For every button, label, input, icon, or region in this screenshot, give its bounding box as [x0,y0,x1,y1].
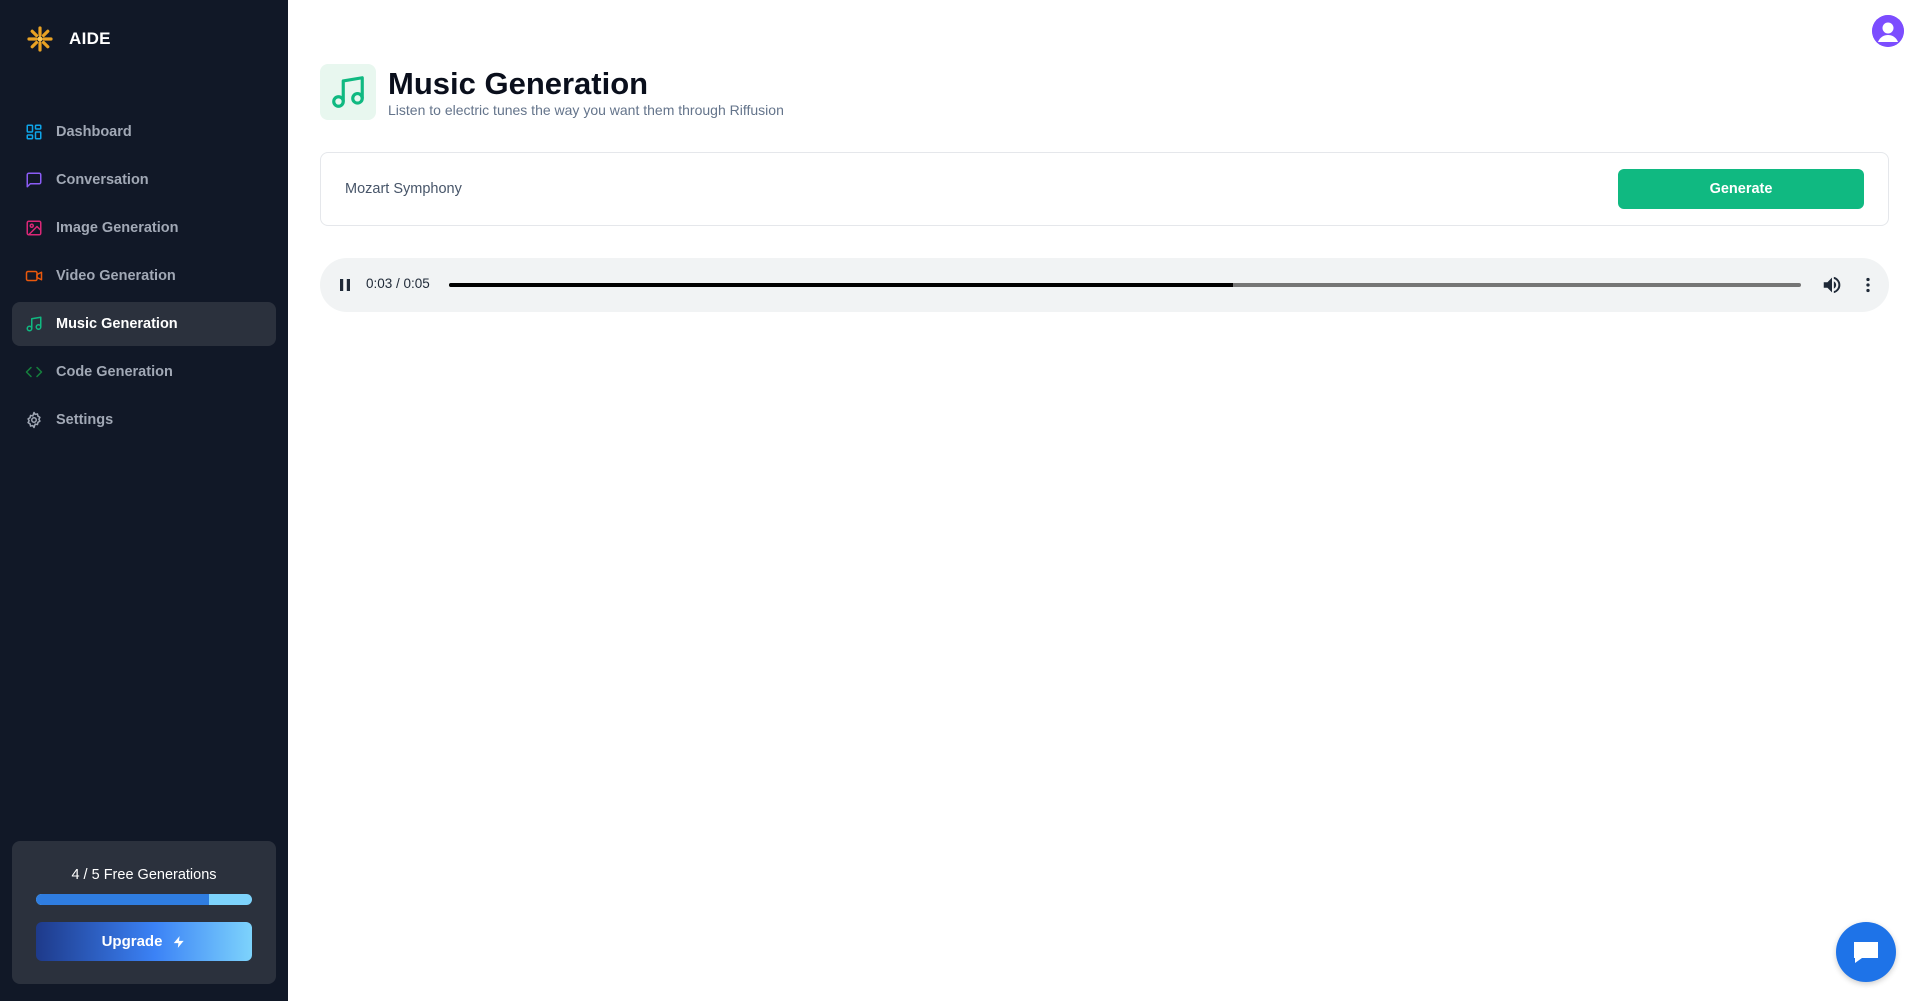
music-icon [332,76,364,108]
audio-seek-progress [449,283,1234,287]
lightning-icon [174,935,185,948]
code-icon [24,362,44,382]
upgrade-button[interactable]: Upgrade [36,922,252,961]
sidebar-item-label: Dashboard [56,124,132,140]
page-icon [320,64,376,120]
app-root: AIDE Dashboard Conversation Image Genera… [0,0,1920,1001]
chat-icon [1854,942,1878,963]
audio-player: 0:03 / 0:05 [320,258,1889,312]
image-icon [24,218,44,238]
gear-icon [24,410,44,430]
page-header-text: Music Generation Listen to electric tune… [388,65,784,118]
sidebar-item-dashboard[interactable]: Dashboard [12,110,276,154]
sidebar-nav: Dashboard Conversation Image Generation … [12,110,276,446]
brand[interactable]: AIDE [25,24,111,54]
more-options-icon[interactable] [1857,274,1879,296]
audio-seek-bar[interactable] [449,283,1801,287]
music-icon [24,314,44,334]
sidebar-item-label: Music Generation [56,316,178,332]
sidebar-item-label: Image Generation [56,220,179,236]
sidebar: AIDE Dashboard Conversation Image Genera… [0,0,288,1001]
sidebar-item-image-generation[interactable]: Image Generation [12,206,276,250]
logo-icon [27,26,53,52]
sidebar-item-label: Settings [56,412,114,428]
user-avatar[interactable] [1872,15,1904,47]
prompt-form: Generate [320,152,1889,226]
sidebar-item-label: Code Generation [56,364,173,380]
page-subtitle: Listen to electric tunes the way you wan… [388,101,784,118]
page-header: Music Generation Listen to electric tune… [320,64,784,120]
chat-support-button[interactable] [1836,922,1896,982]
sidebar-item-label: Video Generation [56,268,176,284]
audio-time: 0:03 / 0:05 [366,276,430,291]
sidebar-item-label: Conversation [56,172,149,188]
sidebar-item-music-generation[interactable]: Music Generation [12,302,276,346]
upgrade-button-label: Upgrade [101,933,163,950]
free-generations-progress-fill [36,894,209,905]
video-icon [24,266,44,286]
sidebar-item-code-generation[interactable]: Code Generation [12,350,276,394]
page-title: Music Generation [388,65,649,101]
free-generations-count: 4 / 5 Free Generations [71,867,217,883]
dashboard-icon [24,122,44,142]
sidebar-item-conversation[interactable]: Conversation [12,158,276,202]
volume-icon[interactable] [1821,274,1843,296]
brand-name: AIDE [69,29,111,48]
chat-bubble-icon [24,170,44,190]
free-generations-progress [36,894,252,905]
generate-button[interactable]: Generate [1618,169,1864,209]
pause-icon[interactable] [336,276,354,294]
user-icon [1872,15,1904,47]
sidebar-item-video-generation[interactable]: Video Generation [12,254,276,298]
main-content: Music Generation Listen to electric tune… [288,0,1920,1001]
sidebar-item-settings[interactable]: Settings [12,398,276,442]
free-generations-card: 4 / 5 Free Generations Upgrade [12,841,276,984]
prompt-input[interactable] [345,175,1545,203]
